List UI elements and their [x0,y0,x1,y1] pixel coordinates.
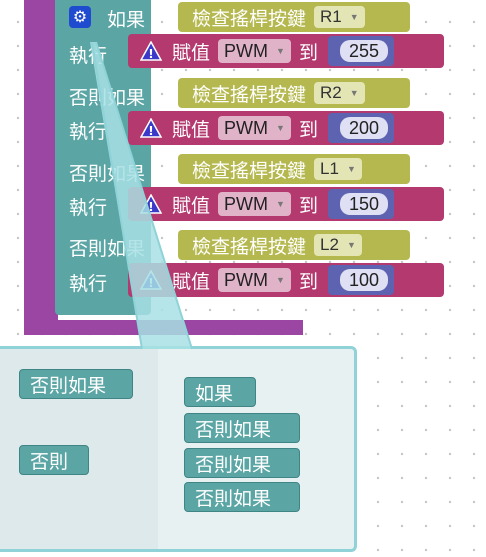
svg-text:!: ! [148,47,153,61]
palette-elseif-block[interactable]: 否則如果 [19,369,133,399]
to-label: 到 [298,194,318,217]
joystick-button-block-1[interactable]: 檢查搖桿按鍵 R1 ▼ [178,2,410,32]
assign-label: 賦值 [172,270,211,293]
assign-block-3[interactable]: ! 賦值 PWM ▼ 到 150 [128,187,444,221]
to-label: 到 [298,270,318,293]
warning-icon[interactable]: ! [140,270,162,290]
number-value[interactable]: 100 [339,269,388,291]
do-label-1: 執行 [69,45,108,67]
number-value[interactable]: 200 [339,117,388,139]
svg-text:!: ! [148,200,153,214]
button-dropdown-4[interactable]: L2 ▼ [314,234,362,256]
pwm-dropdown-1[interactable]: PWM ▼ [218,39,291,63]
joystick-button-block-3[interactable]: 檢查搖桿按鍵 L1 ▼ [178,154,410,184]
joystick-label: 檢查搖桿按鍵 [192,235,307,258]
elseif-label-3: 否則如果 [69,238,146,260]
number-block-1[interactable]: 255 [327,36,394,66]
warning-icon[interactable]: ! [140,118,162,138]
warning-icon[interactable]: ! [140,41,162,61]
stack-if-block[interactable]: 如果 [184,377,256,407]
joystick-label: 檢查搖桿按鍵 [192,83,307,106]
if-label: 如果 [107,9,146,31]
do-label-2: 執行 [69,121,108,143]
assign-block-1[interactable]: ! 賦值 PWM ▼ 到 255 [128,34,444,68]
number-block-4[interactable]: 100 [327,265,394,295]
button-dropdown-2[interactable]: R2 ▼ [314,82,365,104]
to-label: 到 [298,41,318,64]
assign-block-2[interactable]: ! 賦值 PWM ▼ 到 200 [128,111,444,145]
joystick-button-block-2[interactable]: 檢查搖桿按鍵 R2 ▼ [178,78,410,108]
do-label-3: 執行 [69,197,108,219]
pwm-dropdown-4[interactable]: PWM ▼ [218,268,291,292]
warning-icon[interactable]: ! [140,194,162,214]
gear-icon[interactable]: ⚙ [69,6,91,28]
joystick-label: 檢查搖桿按鍵 [192,159,307,182]
button-dropdown-1[interactable]: R1 ▼ [314,6,365,28]
elseif-label-1: 否則如果 [69,87,146,109]
outer-block[interactable] [24,0,58,335]
do-label-4: 執行 [69,273,108,295]
stack-elseif-block-1[interactable]: 否則如果 [184,413,300,443]
number-value[interactable]: 255 [339,40,388,62]
button-dropdown-3[interactable]: L1 ▼ [314,158,362,180]
assign-label: 賦值 [172,41,211,64]
pwm-dropdown-3[interactable]: PWM ▼ [218,192,291,216]
assign-label: 賦值 [172,118,211,141]
stack-elseif-block-3[interactable]: 否則如果 [184,482,300,512]
svg-text:!: ! [148,124,153,138]
joystick-label: 檢查搖桿按鍵 [192,7,307,30]
joystick-button-block-4[interactable]: 檢查搖桿按鍵 L2 ▼ [178,230,410,260]
assign-block-4[interactable]: ! 賦值 PWM ▼ 到 100 [128,263,444,297]
number-value[interactable]: 150 [339,193,388,215]
palette-else-block[interactable]: 否則 [19,445,89,475]
svg-text:!: ! [148,276,153,290]
stack-elseif-block-2[interactable]: 否則如果 [184,448,300,478]
outer-block-bottom [24,320,303,335]
to-label: 到 [298,118,318,141]
assign-label: 賦值 [172,194,211,217]
number-block-3[interactable]: 150 [327,189,394,219]
elseif-label-2: 否則如果 [69,163,146,185]
pwm-dropdown-2[interactable]: PWM ▼ [218,116,291,140]
number-block-2[interactable]: 200 [327,113,394,143]
